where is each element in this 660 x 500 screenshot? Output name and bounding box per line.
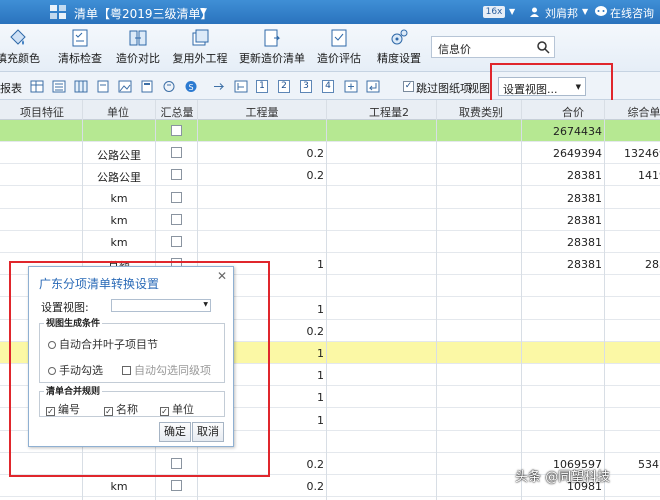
level-4-button[interactable]: 4 <box>322 80 334 93</box>
col-header-summary[interactable]: 汇总量 <box>154 104 200 120</box>
col-header-unit[interactable]: 单位 <box>88 104 148 120</box>
reuse-icon <box>192 29 209 46</box>
title-bar: 清单【粤2019三级清单】 ▼ 16x ▼ 刘肩邦 ▼ 在线咨询 <box>0 0 660 24</box>
col-header-unit-price[interactable]: 综合单 <box>614 104 660 120</box>
copy-icon[interactable] <box>162 80 176 93</box>
user-name[interactable]: 刘肩邦 <box>545 5 578 21</box>
view-label: 视图 <box>468 82 490 95</box>
skip-drawing-checkbox[interactable]: ✓ <box>403 81 414 92</box>
grid-icon[interactable] <box>74 80 88 93</box>
col-header-qty[interactable]: 工程量 <box>232 104 292 120</box>
user-caret-icon[interactable]: ▼ <box>582 7 588 16</box>
gears-icon <box>391 29 408 45</box>
table-row[interactable]: km 28381 <box>0 209 660 231</box>
cell-total[interactable]: 28381 <box>522 192 602 205</box>
expand-icon[interactable] <box>344 80 358 93</box>
level-2-button[interactable]: 2 <box>278 80 290 93</box>
cell-unit[interactable]: 公路公里 <box>84 147 154 163</box>
table-icon[interactable] <box>30 80 44 93</box>
cost-compare-button[interactable]: 造价对比 <box>112 26 164 70</box>
s-icon[interactable]: S <box>184 80 198 93</box>
cost-evaluate-button[interactable]: 造价评估 <box>312 26 366 70</box>
summary-checkbox[interactable] <box>171 191 182 203</box>
bid-check-button[interactable]: 清标检查 <box>54 26 106 70</box>
col-divider <box>604 100 605 500</box>
col-header-qty2[interactable]: 工程量2 <box>354 104 424 120</box>
cell-unit[interactable]: km <box>84 480 154 493</box>
doc-icon[interactable] <box>96 80 110 93</box>
table-row[interactable]: 公路公里 0.2 28381 1419 <box>0 164 660 187</box>
online-help-icon <box>595 6 607 16</box>
cell-qty[interactable]: 0.2 <box>250 169 325 182</box>
app-logo-icon <box>50 5 66 19</box>
cell-total[interactable]: 2649394 <box>522 147 602 160</box>
update-cost-list-button[interactable]: 更新造价清单 <box>236 26 308 70</box>
svg-text:S: S <box>188 83 193 92</box>
precision-settings-button[interactable]: 精度设置 <box>372 26 426 70</box>
compare-icon <box>129 30 147 46</box>
summary-checkbox[interactable] <box>171 147 182 159</box>
online-help-link[interactable]: 在线咨询 <box>610 5 654 21</box>
table-row[interactable]: km 28381 <box>0 187 660 209</box>
report-tab[interactable]: 报表 <box>0 80 22 96</box>
summary-checkbox[interactable] <box>171 236 182 247</box>
summary-checkbox[interactable] <box>171 169 182 181</box>
cell-total[interactable]: 28381 <box>522 169 602 182</box>
cell-unit[interactable]: 公路公里 <box>84 169 154 185</box>
enter-icon[interactable] <box>366 80 380 93</box>
window-title: 清单【粤2019三级清单】 <box>74 7 213 21</box>
watermark: 头条 @同望科技 <box>515 470 611 485</box>
table-row[interactable]: 公路公里 0.2 2649394 132469 <box>0 142 660 165</box>
search-value: 信息价 <box>438 43 471 56</box>
update-icon <box>264 29 281 47</box>
col-header-total[interactable]: 合价 <box>538 104 608 120</box>
cell-total[interactable]: 2674434 <box>522 125 602 138</box>
cell-unit[interactable]: km <box>84 214 154 227</box>
table-row[interactable]: km 28381 <box>0 231 660 253</box>
cell-unit[interactable]: km <box>84 236 154 249</box>
cell-unit-price[interactable]: 283 <box>606 258 660 271</box>
col-header-feature[interactable]: 项目特征 <box>12 104 72 120</box>
paint-bucket-icon <box>10 29 26 45</box>
search-input[interactable]: 信息价 <box>431 36 555 58</box>
user-icon <box>530 7 539 17</box>
cell-unit[interactable]: km <box>84 192 154 205</box>
col-divider <box>521 100 522 500</box>
evaluate-icon <box>331 29 347 47</box>
badge-caret-icon[interactable]: ▼ <box>509 7 515 16</box>
cell-total[interactable]: 28381 <box>522 258 602 271</box>
cell-qty[interactable]: 0.2 <box>250 147 325 160</box>
cell-unit-price[interactable]: 1419 <box>606 169 660 182</box>
level-3-button[interactable]: 3 <box>300 80 312 93</box>
cell-unit-price[interactable]: 5347 <box>606 458 660 471</box>
col-header-fee-type[interactable]: 取费类别 <box>446 104 516 120</box>
highlight-box-view-select <box>490 63 613 103</box>
reuse-project-button[interactable]: 复用外工程 <box>170 26 230 70</box>
calc-icon[interactable] <box>140 80 154 93</box>
skip-drawing-label: 跳过图纸项 <box>416 82 471 95</box>
check-list-icon <box>72 29 88 47</box>
cell-unit-price[interactable]: 132469 <box>606 147 660 160</box>
col-divider <box>326 100 327 500</box>
summary-checkbox[interactable] <box>171 480 182 492</box>
cell-total[interactable]: 28381 <box>522 236 602 249</box>
col-divider <box>436 100 437 500</box>
fill-color-button[interactable]: 填充颜色 <box>0 26 40 70</box>
tree-icon[interactable] <box>234 80 248 93</box>
image-icon[interactable] <box>118 80 132 93</box>
search-icon[interactable] <box>536 40 550 54</box>
highlight-box-dialog <box>9 261 270 477</box>
summary-checkbox[interactable] <box>171 213 182 225</box>
table-row[interactable]: 2674434 <box>0 120 660 142</box>
cell-total[interactable]: 28381 <box>522 214 602 227</box>
grid-header: 项目特征 单位 汇总量 工程量 工程量2 取费类别 合价 综合单 <box>0 100 660 120</box>
summary-checkbox[interactable] <box>171 125 182 136</box>
version-badge[interactable]: 16x <box>483 6 505 18</box>
level-1-button[interactable]: 1 <box>256 80 268 93</box>
cell-qty[interactable]: 0.2 <box>250 480 325 493</box>
arrow-icon[interactable] <box>212 80 226 93</box>
title-dropdown-icon[interactable]: ▼ <box>200 7 207 17</box>
list-icon[interactable] <box>52 80 66 93</box>
